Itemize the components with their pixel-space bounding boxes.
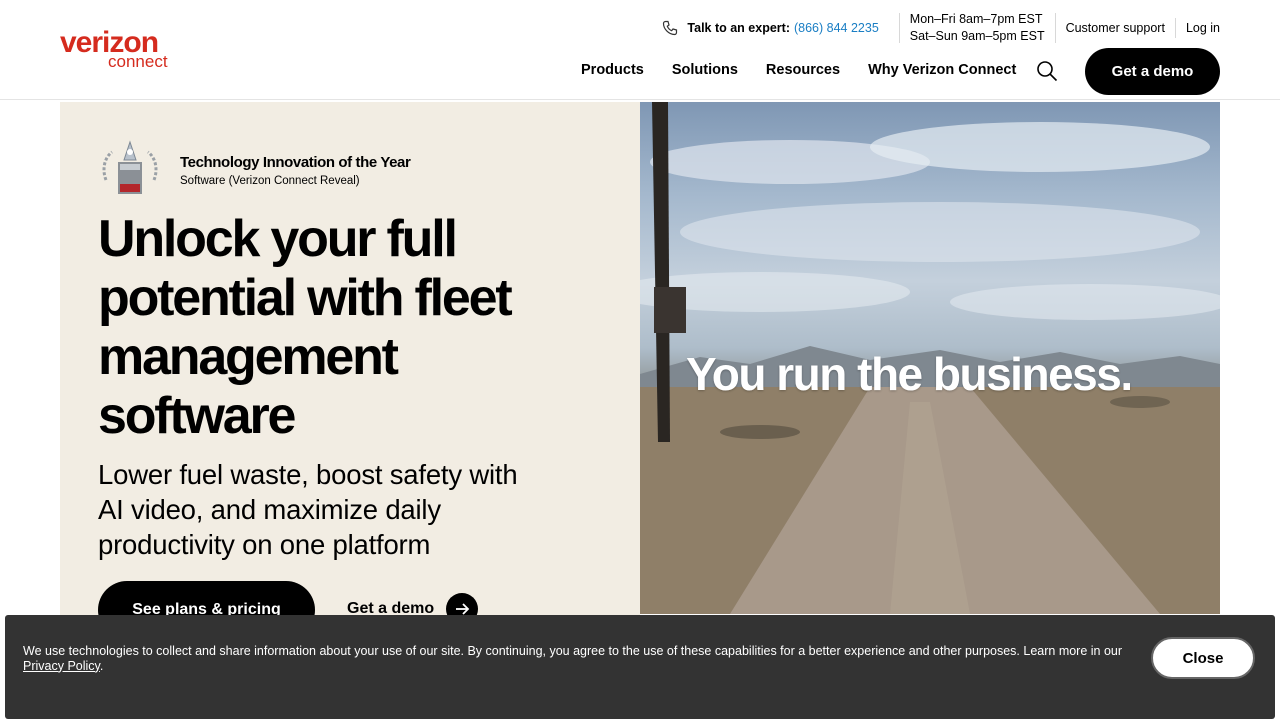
hero-video[interactable]: You run the business.: [640, 102, 1220, 614]
close-button[interactable]: Close: [1151, 637, 1255, 679]
hero-headline: Unlock your full potential with fleet ma…: [98, 210, 513, 445]
nav-item-why-verizon-connect[interactable]: Why Verizon Connect: [868, 60, 1016, 80]
utility-bar: Talk to an expert: (866) 844 2235 Mon–Fr…: [662, 10, 1220, 46]
cookie-text-end: .: [99, 658, 104, 673]
verizon-connect-logo[interactable]: verizon connect: [60, 27, 180, 75]
search-icon[interactable]: [1036, 60, 1058, 82]
customer-support-link[interactable]: Customer support: [1066, 21, 1165, 35]
talk-to-expert-label: Talk to an expert:: [687, 21, 790, 35]
phone-icon: [663, 20, 678, 36]
privacy-policy-link[interactable]: Privacy Policy: [23, 659, 100, 673]
main-nav: Products Solutions Resources Why Verizon…: [581, 60, 1044, 80]
award-subtitle: Software (Verizon Connect Reveal): [180, 175, 360, 187]
nav-item-resources[interactable]: Resources: [766, 60, 840, 80]
logo-sub: connect: [108, 52, 168, 71]
hero-panel: Technology Innovation of the Year Softwa…: [60, 102, 640, 639]
divider: [898, 13, 900, 43]
nav-item-solutions[interactable]: Solutions: [672, 60, 738, 80]
award-title: Technology Innovation of the Year: [180, 154, 411, 171]
award-badge-icon: [102, 140, 158, 194]
nav-item-products[interactable]: Products: [581, 60, 644, 80]
cookie-text: We use technologies to collect and share…: [23, 644, 1123, 658]
video-caption: You run the business.: [686, 348, 1133, 400]
cookie-message: We use technologies to collect and share…: [23, 644, 1133, 673]
site-header: verizon connect Talk to an expert: (866)…: [0, 0, 1280, 100]
divider: [1054, 13, 1056, 43]
hero-subheadline: Lower fuel waste, boost safety with AI v…: [98, 459, 518, 560]
hours-weekend: Sat–Sun 9am–5pm EST: [909, 29, 1045, 43]
support-hours: Mon–Fri 8am–7pm EST Sat–Sun 9am–5pm EST: [910, 11, 1045, 45]
phone-number-link[interactable]: (866) 844 2235: [794, 21, 879, 35]
divider: [1174, 18, 1176, 38]
login-link[interactable]: Log in: [1186, 21, 1220, 35]
hours-weekday: Mon–Fri 8am–7pm EST: [909, 12, 1043, 26]
get-a-demo-button[interactable]: Get a demo: [1085, 48, 1220, 95]
cookie-banner: We use technologies to collect and share…: [5, 615, 1275, 719]
